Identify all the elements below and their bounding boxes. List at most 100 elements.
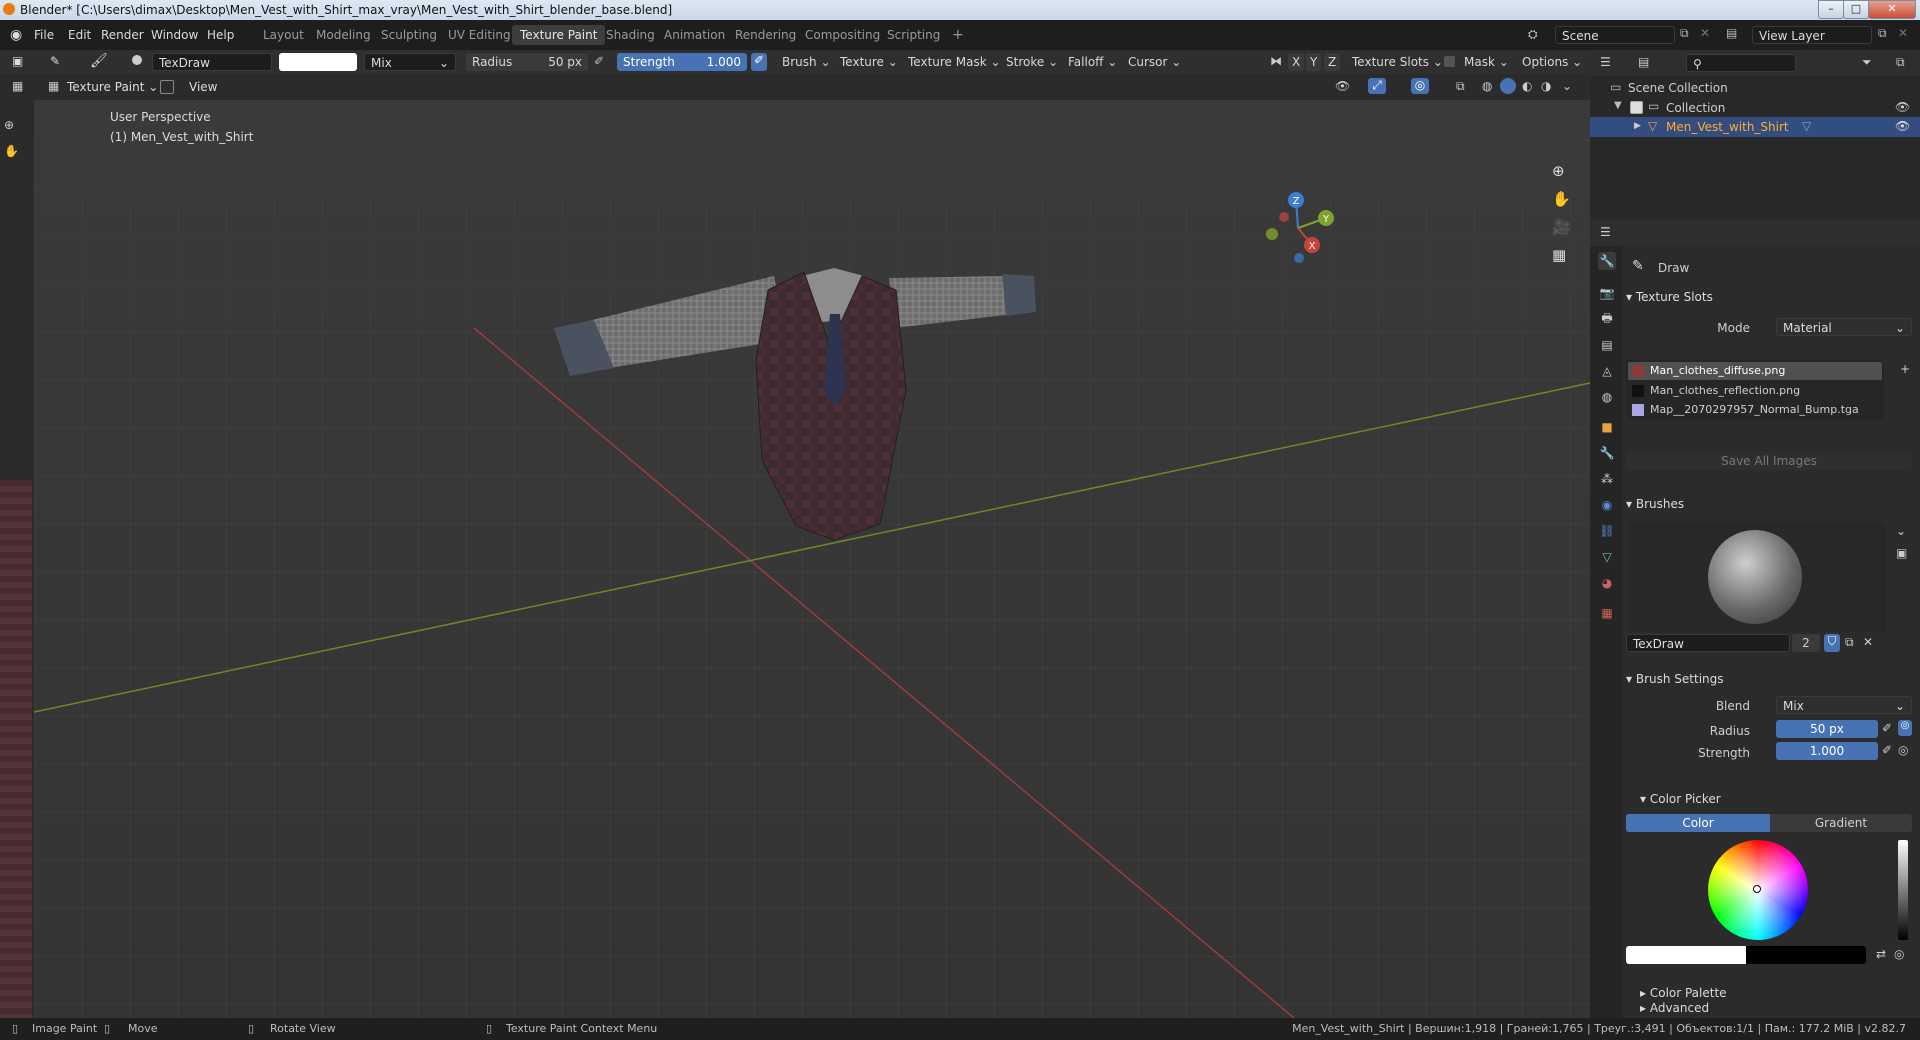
falloff-menu[interactable]: Falloff ⌄ (1064, 53, 1121, 71)
duplicate-brush-icon[interactable]: ⧉ (1845, 635, 1854, 650)
menu-window[interactable]: Window (151, 28, 198, 42)
blend-dropdown[interactable]: Mix ⌄ (1776, 696, 1912, 714)
collection-label[interactable]: Collection (1666, 101, 1725, 115)
tab-shading[interactable]: Shading (598, 25, 663, 45)
mask-menu[interactable]: Mask ⌄ (1460, 53, 1513, 71)
texture-mode-dropdown[interactable]: Material ⌄ (1776, 318, 1912, 336)
stroke-menu[interactable]: Stroke ⌄ (1002, 53, 1062, 71)
texture-mask-menu[interactable]: Texture Mask ⌄ (904, 53, 1005, 71)
gizmo-neg-z-icon[interactable] (1294, 253, 1304, 263)
mask-checkbox[interactable] (1444, 56, 1455, 67)
outliner-object-row[interactable]: ▶ ▽ Men_Vest_with_Shirt ▽ 👁 (1590, 117, 1920, 137)
pan-icon[interactable]: ✋ (1552, 190, 1571, 208)
blend-mode-dropdown[interactable]: Mix ⌄ (364, 53, 456, 71)
mirror-x-toggle[interactable]: X (1288, 53, 1305, 71)
new-view-layer-icon[interactable]: ⧉ (1878, 26, 1887, 41)
close-button[interactable]: ✕ (1868, 0, 1916, 19)
menu-help[interactable]: Help (207, 28, 234, 42)
display-mode-icon[interactable]: ▤ (1638, 55, 1649, 69)
gizmo-neg-y-icon[interactable] (1266, 228, 1278, 240)
scene-name-field[interactable]: Scene (1555, 26, 1675, 44)
tab-sculpting[interactable]: Sculpting (373, 25, 445, 45)
gradient-tab[interactable]: Gradient (1770, 814, 1912, 832)
strength-unit-toggle-icon[interactable]: ◎ (1898, 743, 1908, 757)
material-shading-icon[interactable]: ◐ (1522, 79, 1532, 93)
symmetry-icon[interactable]: ⧓ (1270, 54, 1282, 68)
view-layer-field[interactable]: View Layer (1752, 26, 1872, 44)
add-workspace-button[interactable]: + (944, 25, 972, 45)
ortho-toggle-icon[interactable]: ▦ (1552, 246, 1566, 264)
mode-dropdown[interactable]: Texture Paint ⌄ (67, 80, 158, 94)
radius-unit-toggle-icon[interactable]: ◎ (1898, 720, 1912, 736)
brush-menu[interactable]: Brush ⌄ (778, 53, 835, 71)
filter-icon[interactable]: ⏷ (1862, 55, 1872, 70)
view-layer-tab-icon[interactable]: ▤ (1598, 336, 1616, 354)
texture-tab-icon[interactable]: ▦ (1598, 604, 1616, 622)
new-scene-icon[interactable]: ⧉ (1680, 26, 1689, 41)
3d-viewport[interactable]: Z Y X User Perspective (1) Men_Vest_with… (34, 100, 1590, 1018)
strength-slider[interactable]: Strength 1.000 (617, 53, 747, 71)
camera-view-icon[interactable]: 🎥 (1552, 218, 1571, 236)
brush-preview[interactable] (1628, 522, 1886, 632)
texture-slot-item[interactable]: Map__2070297957_Normal_Bump.tga (1628, 401, 1882, 419)
pan-view-icon[interactable]: ✋ (4, 144, 19, 158)
texture-menu[interactable]: Texture ⌄ (836, 53, 902, 71)
options-menu[interactable]: Options ⌄ (1518, 53, 1586, 71)
blender-menu-icon[interactable]: ◉ (10, 27, 22, 43)
material-tab-icon[interactable]: ◕ (1598, 574, 1616, 592)
zoom-icon[interactable]: ⊕ (1552, 162, 1565, 180)
color-tab[interactable]: Color (1626, 814, 1770, 832)
particles-tab-icon[interactable]: ⁂ (1598, 470, 1616, 488)
new-collection-icon[interactable]: ⧉ (1896, 55, 1905, 70)
mirror-z-toggle[interactable]: Z (1324, 53, 1341, 71)
object-tab-icon[interactable]: ■ (1598, 418, 1616, 436)
brush-tool-icon[interactable]: 🖌 (90, 53, 108, 69)
fake-user-icon[interactable]: ⛉ (1824, 634, 1840, 652)
radius-setting-slider[interactable]: 50 px (1776, 720, 1878, 738)
collection-visibility-icon[interactable]: 👁 (1895, 100, 1910, 114)
color-wheel[interactable] (1708, 840, 1808, 940)
brush-color-swatch[interactable] (279, 53, 357, 71)
primary-color-swatch[interactable] (1626, 946, 1746, 964)
paint-mask-toggle[interactable] (160, 80, 174, 94)
tab-texture-paint[interactable]: Texture Paint (512, 25, 606, 45)
minimize-button[interactable]: – (1818, 0, 1844, 19)
swap-colors-icon[interactable]: ⇄ (1876, 947, 1886, 961)
collection-expand-icon[interactable]: ▼ (1614, 100, 1622, 111)
brush-list-expand-icon[interactable]: ⌄ (1896, 524, 1906, 538)
visibility-icon[interactable]: 👁 (1335, 79, 1350, 93)
radius-pressure-icon[interactable]: ✐ (594, 54, 604, 68)
strength-pressure-toggle-icon[interactable]: ✐ (1882, 743, 1892, 757)
constraints-tab-icon[interactable]: ⛓ (1598, 522, 1616, 540)
strength-pressure-icon[interactable]: ✐ (751, 53, 767, 71)
value-slider[interactable] (1898, 840, 1908, 940)
color-picker-subpanel-header[interactable]: ▾ Color Picker (1640, 788, 1920, 810)
shading-options-icon[interactable]: ⌄ (1562, 79, 1572, 93)
paint-brush-icon[interactable]: ✎ (50, 54, 60, 68)
remove-scene-icon[interactable]: ✕ (1700, 26, 1710, 40)
data-tab-icon[interactable]: ▽ (1598, 548, 1616, 566)
gizmo-neg-x-icon[interactable] (1279, 212, 1289, 222)
tab-layout[interactable]: Layout (255, 25, 312, 45)
advanced-subpanel-header[interactable]: ▸ Advanced (1640, 998, 1920, 1018)
tab-compositing[interactable]: Compositing (797, 25, 888, 45)
menu-render[interactable]: Render (101, 28, 144, 42)
color-wheel-cursor-icon[interactable] (1753, 885, 1761, 893)
menu-edit[interactable]: Edit (68, 28, 91, 42)
menu-file[interactable]: File (34, 28, 54, 42)
render-tab-icon[interactable]: 📷 (1598, 284, 1616, 302)
tab-uv-editing[interactable]: UV Editing (440, 25, 519, 45)
brushes-section-header[interactable]: ▾ Brushes (1626, 493, 1914, 515)
secondary-color-swatch[interactable] (1746, 946, 1866, 964)
view-menu[interactable]: View (189, 80, 217, 94)
brush-datablock-name[interactable]: TexDraw (1626, 634, 1790, 652)
wireframe-shading-icon[interactable]: ◍ (1482, 79, 1492, 93)
physics-tab-icon[interactable]: ◉ (1598, 496, 1616, 514)
cursor-menu[interactable]: Cursor ⌄ (1124, 53, 1185, 71)
editor-type-icon[interactable]: ▣ (12, 54, 23, 68)
add-texture-slot-icon[interactable]: + (1900, 362, 1910, 376)
brush-image-icon[interactable]: ▣ (1896, 546, 1907, 560)
overlay-toggle-icon[interactable]: ◎ (1411, 78, 1429, 94)
xray-toggle-icon[interactable]: ⧉ (1456, 79, 1465, 94)
scene-tab-icon[interactable]: ◬ (1598, 362, 1616, 380)
